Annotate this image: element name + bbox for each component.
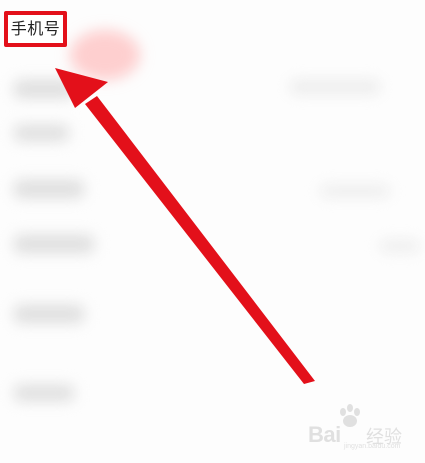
watermark: Bai 经验 jingyan.baidu.com bbox=[300, 404, 425, 454]
highlighted-field[interactable]: 手机号 bbox=[4, 11, 67, 47]
paw-icon bbox=[340, 404, 360, 427]
annotation-arrow bbox=[55, 68, 315, 384]
watermark-url: jingyan.baidu.com bbox=[344, 443, 401, 450]
phone-number-label: 手机号 bbox=[10, 19, 61, 38]
watermark-brand: Bai bbox=[308, 422, 341, 447]
arrow-shaft bbox=[85, 96, 315, 384]
screenshot-page: 手机号 Bai 经验 jingyan.baidu.com bbox=[0, 0, 425, 463]
